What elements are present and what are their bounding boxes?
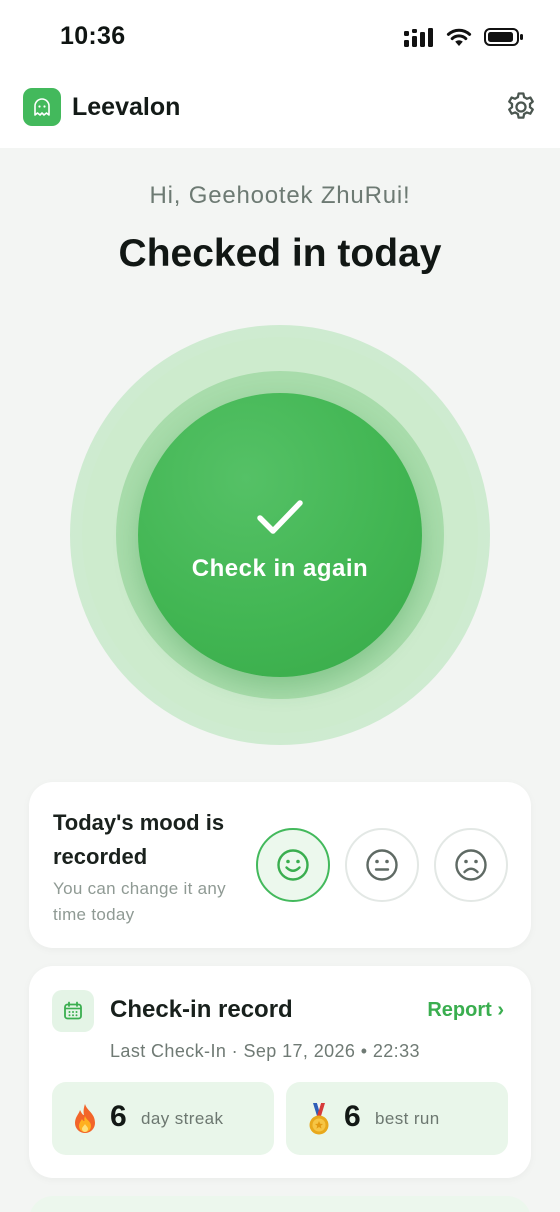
mood-subtitle: You can change it any time today bbox=[53, 879, 226, 924]
checkin-status-title: Checked in today bbox=[118, 232, 442, 275]
best-run-label: best run bbox=[375, 1109, 440, 1128]
gear-icon bbox=[508, 92, 534, 119]
battery-icon bbox=[484, 27, 524, 47]
best-run-stat: 6 best run bbox=[286, 1082, 508, 1155]
app-header: Leevalon bbox=[0, 74, 560, 148]
app-logo-icon bbox=[23, 88, 61, 126]
mood-option-happy[interactable] bbox=[256, 828, 330, 902]
best-run-value: 6 bbox=[344, 1100, 361, 1133]
app-title: Leevalon bbox=[72, 93, 181, 121]
settings-button[interactable] bbox=[504, 90, 538, 124]
medal-icon bbox=[309, 1103, 329, 1135]
sad-face-icon bbox=[455, 849, 487, 881]
next-card-partial bbox=[29, 1196, 531, 1212]
streak-value: 6 bbox=[110, 1100, 127, 1133]
check-in-again-button[interactable]: Check in again bbox=[138, 393, 422, 677]
report-link[interactable]: Report › bbox=[427, 999, 504, 1022]
mood-title: Today's mood is recorded bbox=[53, 810, 225, 869]
neutral-face-icon bbox=[366, 849, 398, 881]
streak-label: day streak bbox=[141, 1109, 224, 1128]
status-time: 10:36 bbox=[60, 22, 126, 50]
checkin-record-card: Check-in record Report › Last Check-In ·… bbox=[29, 966, 531, 1178]
happy-face-icon bbox=[277, 849, 309, 881]
mood-option-neutral[interactable] bbox=[345, 828, 419, 902]
status-icons bbox=[404, 26, 524, 48]
mood-card: Today's mood is recorded You can change … bbox=[29, 782, 531, 948]
streak-stat: 6 day streak bbox=[52, 1082, 274, 1155]
cellular-signal-icon bbox=[404, 27, 434, 47]
calendar-icon bbox=[52, 990, 94, 1032]
mood-option-sad[interactable] bbox=[434, 828, 508, 902]
wifi-icon bbox=[446, 27, 472, 47]
fire-icon bbox=[75, 1104, 95, 1133]
greeting-text: Hi, Geehootek ZhuRui! bbox=[149, 182, 411, 209]
check-in-again-label: Check in again bbox=[191, 555, 369, 582]
last-checkin-text: Last Check-In · Sep 17, 2026 • 22:33 bbox=[110, 1041, 420, 1061]
status-bar: 10:36 bbox=[0, 0, 560, 74]
checkmark-icon bbox=[257, 500, 303, 534]
record-title: Check-in record bbox=[110, 996, 293, 1023]
